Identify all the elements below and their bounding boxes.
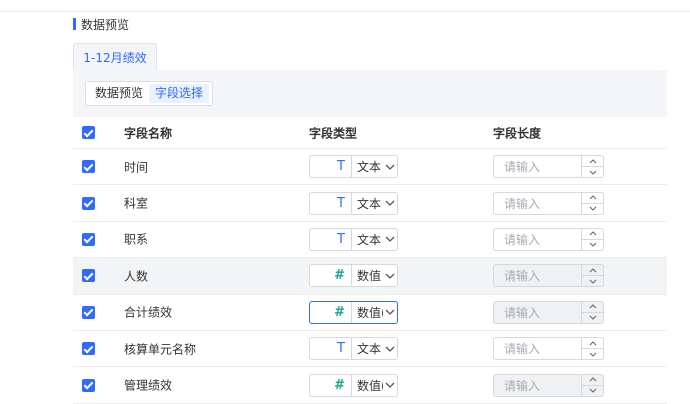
field-name: 时间 bbox=[124, 160, 149, 175]
field-type-select[interactable]: T 文本 bbox=[309, 155, 398, 179]
stepper-up-icon bbox=[582, 375, 603, 385]
number-type-icon: # bbox=[310, 374, 352, 396]
row-checkbox[interactable] bbox=[82, 305, 95, 319]
chevron-down-icon bbox=[383, 156, 397, 177]
row-checkbox[interactable] bbox=[82, 232, 95, 246]
table-row: 时间 T 文本 请输入 bbox=[73, 149, 667, 186]
chevron-down-icon bbox=[383, 302, 397, 323]
stepper-down-icon[interactable] bbox=[582, 166, 603, 177]
column-header-type: 字段类型 bbox=[309, 126, 358, 140]
chevron-down-icon bbox=[383, 375, 397, 396]
tab-panel: 数据预览 字段选择 bbox=[73, 70, 667, 117]
section-header: 数据预览 bbox=[73, 16, 129, 32]
field-length-input: 请输入 bbox=[493, 264, 604, 288]
stepper-down-icon[interactable] bbox=[582, 238, 603, 250]
field-type-select[interactable]: # 数值 bbox=[309, 264, 398, 288]
field-type-select[interactable]: T 文本 bbox=[309, 191, 398, 215]
chevron-down-icon bbox=[383, 229, 397, 250]
field-type-select[interactable]: # 数值( bbox=[309, 373, 398, 397]
stepper-up-icon[interactable] bbox=[582, 229, 603, 239]
field-length-placeholder: 请输入 bbox=[504, 378, 541, 393]
number-type-icon: # bbox=[310, 265, 352, 287]
length-stepper bbox=[581, 374, 603, 396]
field-table: 字段名称 字段类型 字段长度 时间 T 文本 请输入 科室 T 文本 请输入 职系 T 文本 请输入人… bbox=[73, 117, 667, 404]
column-header-name: 字段名称 bbox=[124, 126, 173, 140]
field-type-select[interactable]: # 数值( bbox=[309, 300, 398, 324]
stepper-up-icon[interactable] bbox=[582, 156, 603, 166]
chevron-down-icon bbox=[383, 265, 397, 286]
field-name: 职系 bbox=[124, 232, 149, 247]
length-stepper bbox=[581, 265, 603, 287]
field-type-value: 文本 bbox=[357, 160, 382, 175]
field-name: 核算单元名称 bbox=[124, 342, 197, 357]
field-name: 管理绩效 bbox=[124, 378, 173, 393]
field-name: 合计绩效 bbox=[124, 305, 173, 320]
field-type-value: 文本 bbox=[357, 232, 382, 247]
stepper-down-icon[interactable] bbox=[582, 348, 603, 359]
field-length-input: 请输入 bbox=[493, 373, 604, 397]
top-divider bbox=[0, 11, 690, 12]
table-row: 职系 T 文本 请输入 bbox=[73, 222, 667, 259]
section-title: 数据预览 bbox=[81, 17, 130, 32]
table-row: 科室 T 文本 请输入 bbox=[73, 185, 667, 222]
column-header-length: 字段长度 bbox=[493, 126, 542, 140]
field-length-input[interactable]: 请输入 bbox=[493, 227, 604, 251]
field-length-placeholder: 请输入 bbox=[504, 342, 541, 357]
length-stepper bbox=[581, 156, 603, 178]
field-name: 科室 bbox=[124, 196, 149, 211]
length-stepper bbox=[581, 228, 603, 250]
field-type-value: 数值( bbox=[357, 378, 383, 393]
select-all-checkbox[interactable] bbox=[82, 126, 95, 139]
field-length-input[interactable]: 请输入 bbox=[493, 155, 604, 179]
stepper-up-icon bbox=[582, 302, 603, 312]
field-type-value: 数值( bbox=[357, 305, 383, 320]
stepper-down-icon bbox=[582, 384, 603, 396]
field-length-placeholder: 请输入 bbox=[504, 232, 541, 247]
tab-1-12-performance[interactable]: 1-12月绩效 bbox=[73, 43, 157, 71]
table-row: 核算单元名称 T 文本 请输入 bbox=[73, 331, 667, 368]
row-checkbox[interactable] bbox=[82, 378, 95, 392]
field-length-placeholder: 请输入 bbox=[504, 196, 541, 211]
field-type-value: 文本 bbox=[357, 196, 382, 211]
text-type-icon: T bbox=[310, 156, 352, 178]
segment-field-selection[interactable]: 字段选择 bbox=[149, 84, 210, 103]
text-type-icon: T bbox=[310, 192, 352, 214]
length-stepper bbox=[581, 301, 603, 323]
field-length-input[interactable]: 请输入 bbox=[493, 337, 604, 361]
table-row: 人数 # 数值 请输入 bbox=[73, 258, 667, 295]
field-type-value: 数值 bbox=[357, 269, 382, 284]
row-checkbox[interactable] bbox=[82, 196, 95, 210]
stepper-down-icon[interactable] bbox=[582, 202, 603, 214]
stepper-up-icon[interactable] bbox=[582, 338, 603, 348]
chevron-down-icon bbox=[383, 193, 397, 214]
segment-data-preview[interactable]: 数据预览 bbox=[89, 84, 149, 103]
table-row: 管理绩效 # 数值( 请输入 bbox=[73, 367, 667, 404]
table-header-row: 字段名称 字段类型 字段长度 bbox=[73, 117, 667, 149]
field-length-input[interactable]: 请输入 bbox=[493, 191, 604, 215]
stepper-down-icon bbox=[582, 311, 603, 323]
text-type-icon: T bbox=[310, 338, 352, 360]
field-length-input: 请输入 bbox=[493, 300, 604, 324]
field-length-placeholder: 请输入 bbox=[504, 160, 541, 175]
stepper-down-icon bbox=[582, 275, 603, 286]
field-type-select[interactable]: T 文本 bbox=[309, 337, 398, 361]
field-type-select[interactable]: T 文本 bbox=[309, 227, 398, 251]
chevron-down-icon bbox=[383, 338, 397, 359]
number-type-icon: # bbox=[310, 301, 352, 323]
length-stepper bbox=[581, 192, 603, 214]
field-length-placeholder: 请输入 bbox=[504, 305, 541, 320]
row-checkbox[interactable] bbox=[82, 160, 95, 174]
text-type-icon: T bbox=[310, 228, 352, 250]
view-segment-control: 数据预览 字段选择 bbox=[85, 81, 214, 106]
length-stepper bbox=[581, 338, 603, 360]
stepper-up-icon[interactable] bbox=[582, 193, 603, 203]
field-length-placeholder: 请输入 bbox=[504, 269, 541, 284]
field-name: 人数 bbox=[124, 269, 149, 284]
row-checkbox[interactable] bbox=[82, 342, 95, 356]
stepper-up-icon bbox=[582, 265, 603, 275]
table-row: 合计绩效 # 数值( 请输入 bbox=[73, 295, 667, 331]
field-type-value: 文本 bbox=[357, 342, 382, 357]
section-accent-bar bbox=[73, 18, 76, 30]
row-checkbox[interactable] bbox=[82, 269, 95, 283]
